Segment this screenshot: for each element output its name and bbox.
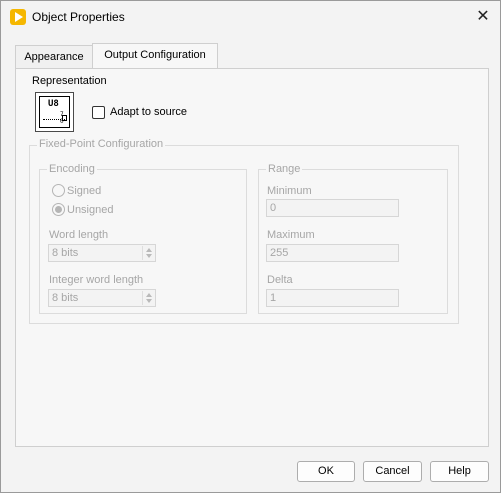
minimum-label: Minimum [267, 185, 312, 197]
fixed-point-title: Fixed-Point Configuration [37, 138, 166, 150]
minimum-value: 0 [270, 202, 277, 214]
word-length-field[interactable]: 8 bits [48, 244, 156, 262]
maximum-field[interactable]: 255 [266, 244, 399, 262]
spin-down-icon[interactable] [146, 254, 152, 258]
maximum-value: 255 [270, 247, 289, 259]
cancel-button[interactable]: Cancel [363, 461, 422, 482]
window-title: Object Properties [32, 10, 125, 24]
adapt-to-source-label[interactable]: Adapt to source [110, 106, 187, 118]
range-title: Range [266, 163, 303, 175]
signed-radio[interactable] [52, 184, 65, 197]
encoding-title: Encoding [47, 163, 97, 175]
minimum-field[interactable]: 0 [266, 199, 399, 217]
close-icon[interactable]: ✕ [473, 7, 493, 27]
app-icon [10, 9, 26, 25]
maximum-label: Maximum [267, 229, 315, 241]
word-length-spinner[interactable] [142, 246, 154, 260]
unsigned-radio[interactable] [52, 203, 65, 216]
adapt-to-source-checkbox[interactable] [92, 106, 105, 119]
object-properties-dialog: Object Properties ✕ Appearance Output Co… [0, 0, 501, 493]
delta-value: 1 [270, 292, 277, 304]
spin-down-icon[interactable] [146, 299, 152, 303]
u8-representation-icon: U8 7 0 [39, 96, 70, 128]
delta-field[interactable]: 1 [266, 289, 399, 307]
word-length-label: Word length [49, 229, 109, 241]
ok-button[interactable]: OK [297, 461, 355, 482]
spin-up-icon[interactable] [146, 293, 152, 297]
signed-label: Signed [67, 185, 102, 197]
unsigned-label: Unsigned [67, 204, 114, 216]
tab-output-configuration[interactable]: Output Configuration [92, 43, 218, 70]
tab-appearance[interactable]: Appearance [15, 45, 93, 69]
help-button[interactable]: Help [430, 461, 489, 482]
delta-label: Delta [267, 274, 293, 286]
representation-selector[interactable]: U8 7 0 [35, 92, 74, 132]
representation-label: Representation [32, 75, 107, 87]
spin-up-icon[interactable] [146, 248, 152, 252]
integer-word-length-field[interactable]: 8 bits [48, 289, 156, 307]
integer-word-length-spinner[interactable] [142, 291, 154, 305]
word-length-value: 8 bits [52, 247, 79, 259]
title-bar[interactable]: Object Properties ✕ [1, 1, 500, 32]
integer-word-length-label: Integer word length [49, 274, 144, 286]
integer-word-length-value: 8 bits [52, 292, 79, 304]
